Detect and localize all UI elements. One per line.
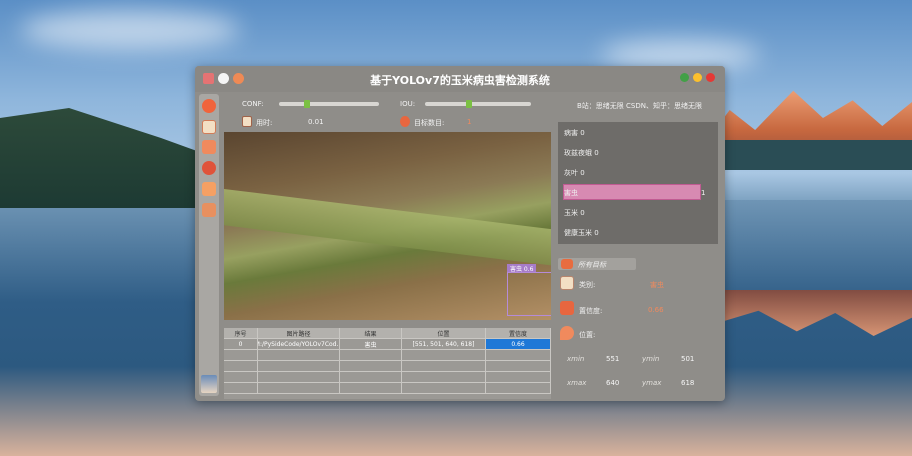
detection-image: 害虫 0.6 (224, 132, 551, 320)
stat-row: 玉米 0 (564, 209, 585, 217)
app-window: 基于YOLOv7的玉米病虫害检测系统 CONF: IOU: 用时: 0.01 目… (195, 66, 725, 401)
cloud (20, 10, 240, 50)
xmin-value: 551 (606, 355, 620, 363)
menu-icon[interactable] (202, 99, 216, 113)
stat-bar-pest (563, 184, 701, 200)
xmin-label: xmin (567, 355, 585, 363)
sidebar (199, 94, 219, 396)
detection-bbox (507, 272, 551, 316)
image-icon[interactable] (202, 120, 216, 134)
xmax-value: 640 (606, 379, 620, 387)
category-label: 类别: (579, 281, 596, 289)
col-index: 序号 (224, 328, 258, 339)
maximize-button[interactable] (680, 73, 689, 82)
detail-header-text: 所有目标 (578, 261, 606, 269)
video-icon[interactable] (202, 182, 216, 196)
iou-label: IOU: (400, 100, 416, 108)
confidence-label: 置信度: (579, 307, 603, 315)
cell-position[interactable]: [551, 501, 640, 618] (402, 339, 486, 350)
window-buttons (680, 73, 715, 82)
category-stats-panel: 病害 0 玫兹夜蛾 0 灰叶 0 害虫 1 玉米 0 健康玉米 0 (558, 122, 718, 244)
confidence-value: 0.66 (648, 306, 664, 314)
position-label: 位置: (579, 331, 596, 339)
table-row[interactable] (224, 350, 551, 361)
ymax-value: 618 (681, 379, 695, 387)
bbox-label: 害虫 0.6 (507, 264, 537, 273)
stat-row: 灰叶 0 (564, 169, 585, 177)
cell-index[interactable]: 0 (224, 339, 258, 350)
table-row[interactable]: 0 M:/PySideCode/YOLOv7Cod... 害虫 [551, 50… (224, 339, 551, 350)
col-result: 结果 (340, 328, 402, 339)
cell-path[interactable]: M:/PySideCode/YOLOv7Cod... (258, 339, 340, 350)
target-icon (400, 116, 410, 127)
table-row[interactable] (224, 383, 551, 394)
count-value: 1 (467, 118, 472, 126)
author-text: B站：思绪无限 CSDN、知乎：思绪无限 (577, 102, 702, 110)
ymin-label: ymin (642, 355, 660, 363)
location-icon (560, 326, 574, 340)
time-value: 0.01 (308, 118, 324, 126)
col-confidence: 置信度 (486, 328, 551, 339)
close-button[interactable] (706, 73, 715, 82)
save-icon[interactable] (202, 203, 216, 217)
ymax-label: ymax (642, 379, 662, 387)
iou-slider-handle[interactable] (466, 100, 472, 108)
conf-slider-handle[interactable] (304, 100, 310, 108)
detail-header[interactable]: 所有目标 (558, 258, 636, 270)
camera-icon[interactable] (202, 161, 216, 175)
stat-row: 健康玉米 0 (564, 229, 599, 237)
conf-slider[interactable] (279, 100, 379, 108)
count-label: 目标数目: (414, 119, 445, 127)
treeline-right (720, 140, 912, 170)
time-label: 用时: (256, 119, 273, 127)
stat-row: 病害 0 (564, 129, 585, 137)
confidence-icon (560, 301, 574, 315)
list-icon (561, 259, 573, 269)
avatar[interactable] (201, 375, 217, 393)
category-value: 害虫 (650, 281, 664, 289)
iou-slider[interactable] (425, 100, 531, 108)
results-table: 序号 图片路径 结果 位置 置信度 0 M:/PySideCode/YOLOv7… (224, 328, 551, 399)
ymin-value: 501 (681, 355, 695, 363)
table-row[interactable] (224, 372, 551, 383)
col-position: 位置 (402, 328, 486, 339)
cell-confidence[interactable]: 0.66 (486, 339, 551, 350)
window-title: 基于YOLOv7的玉米病虫害检测系统 (370, 74, 550, 87)
conf-label: CONF: (242, 100, 264, 108)
col-path: 图片路径 (258, 328, 340, 339)
category-icon (560, 276, 574, 290)
table-header: 序号 图片路径 结果 位置 置信度 (224, 328, 551, 339)
minimize-button[interactable] (693, 73, 702, 82)
hourglass-icon (242, 116, 252, 127)
folder-icon[interactable] (202, 140, 216, 154)
stat-row-highlight: 害虫 (564, 189, 578, 197)
title-bar[interactable]: 基于YOLOv7的玉米病虫害检测系统 (195, 66, 725, 92)
corn-stalk (224, 188, 551, 268)
stat-row: 玫兹夜蛾 0 (564, 149, 599, 157)
cell-result[interactable]: 害虫 (340, 339, 402, 350)
stat-count: 1 (701, 189, 706, 197)
table-row[interactable] (224, 361, 551, 372)
xmax-label: xmax (567, 379, 587, 387)
